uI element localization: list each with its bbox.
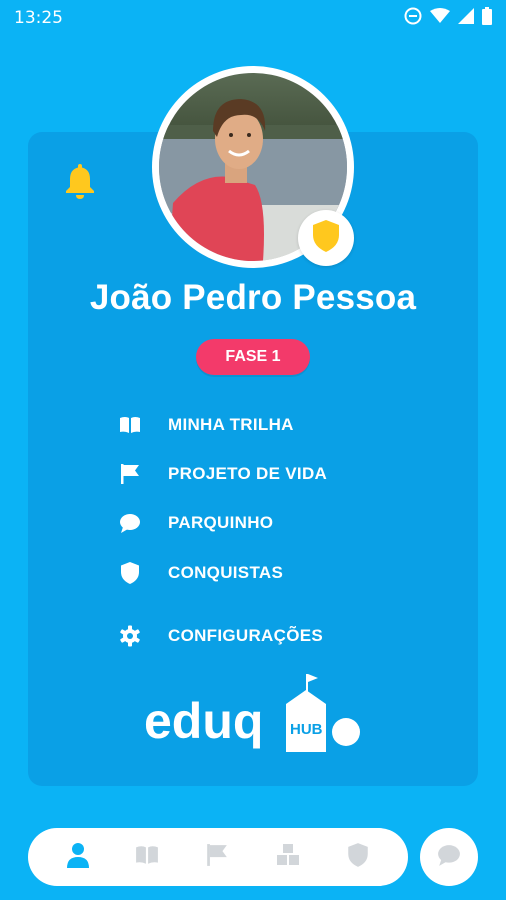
menu-item-configuracoes[interactable]: CONFIGURAÇÕES (118, 620, 418, 652)
eduqhub-logo: eduq HUB (140, 668, 366, 764)
logo-sub: HUB (290, 721, 323, 738)
battery-icon (482, 6, 492, 30)
flag-icon (118, 462, 142, 486)
gear-icon (118, 624, 142, 648)
person-icon (66, 842, 90, 873)
menu-item-label: CONFIGURAÇÕES (168, 626, 324, 645)
nav-life-project[interactable] (203, 843, 231, 871)
shield-icon (347, 842, 369, 873)
phase-badge: FASE 1 (196, 339, 310, 375)
menu-item-label: PROJETO DE VIDA (168, 464, 328, 483)
menu-item-label: CONQUISTAS (168, 563, 284, 582)
status-time: 13:25 (14, 8, 63, 28)
achievement-badge[interactable] (298, 210, 354, 266)
nav-profile[interactable] (64, 842, 92, 873)
menu-item-parquinho[interactable]: PARQUINHO (118, 507, 418, 539)
status-bar: 13:25 (0, 0, 506, 36)
status-icons (404, 6, 492, 30)
bottom-nav (28, 828, 408, 886)
flag-icon (205, 843, 229, 872)
chat-bubble-icon (437, 844, 461, 871)
signal-icon (458, 7, 474, 29)
logo-text: eduq (144, 693, 263, 749)
book-icon (118, 413, 142, 437)
user-name: João Pedro Pessoa (89, 278, 417, 317)
chat-button[interactable] (420, 828, 478, 886)
menu-item-label: MINHA TRILHA (168, 415, 294, 434)
nav-playground[interactable] (274, 843, 302, 871)
menu-item-minha-trilha[interactable]: MINHA TRILHA (118, 409, 418, 441)
book-icon (135, 845, 159, 870)
menu-item-conquistas[interactable]: CONQUISTAS (118, 557, 418, 589)
shield-icon (118, 561, 142, 585)
do-not-disturb-icon (404, 7, 422, 30)
shield-icon (311, 219, 341, 258)
nav-achievements[interactable] (344, 842, 372, 873)
menu-item-projeto-de-vida[interactable]: PROJETO DE VIDA (118, 458, 418, 490)
notification-bell-icon[interactable] (60, 160, 100, 200)
chat-bubble-icon (118, 511, 142, 535)
blocks-icon (276, 843, 300, 871)
menu-item-label: PARQUINHO (168, 513, 274, 532)
nav-trail[interactable] (133, 843, 161, 871)
wifi-icon (430, 7, 450, 29)
